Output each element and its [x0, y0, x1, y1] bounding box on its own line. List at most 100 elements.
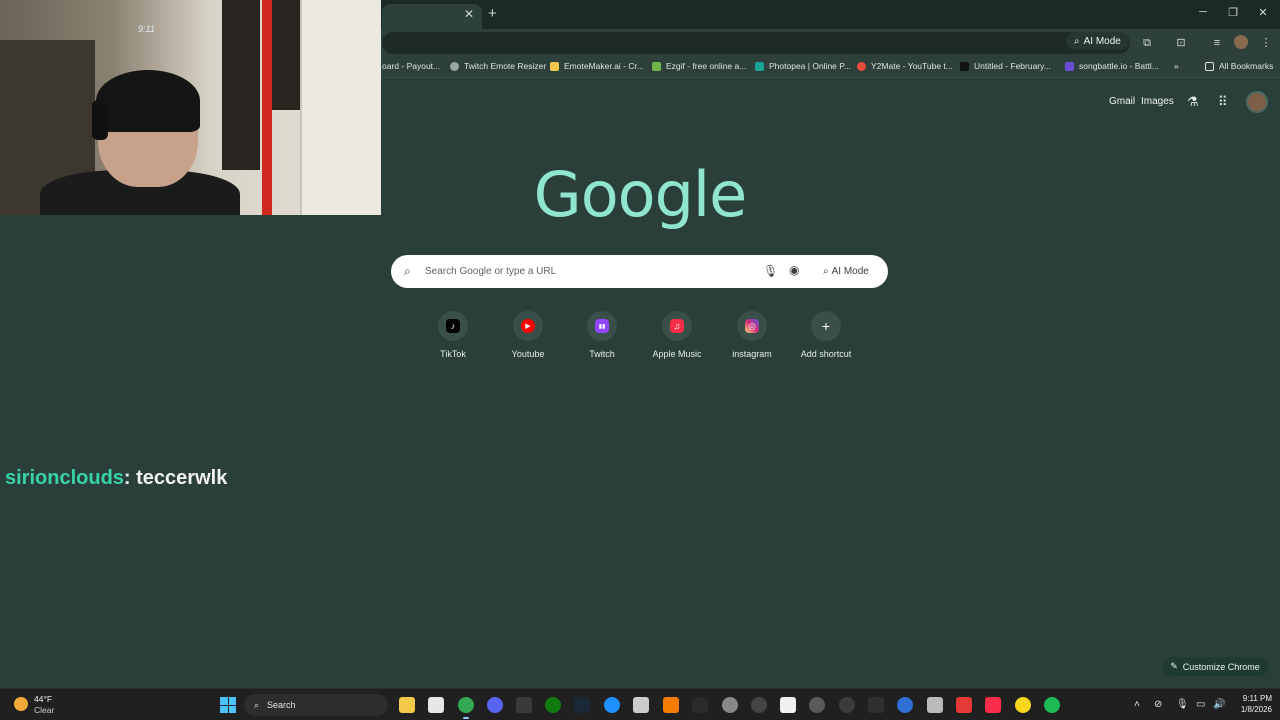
shortcut-tile: ♫ — [662, 311, 692, 341]
apps-grid-icon[interactable]: ⠿ — [1218, 94, 1228, 110]
chat-username: sirionclouds — [5, 467, 124, 489]
customize-chrome-button[interactable]: ✎ Customize Chrome — [1162, 657, 1268, 676]
google-lens-icon[interactable]: ◉ — [789, 263, 799, 277]
app-icon[interactable] — [809, 697, 825, 713]
tab-search-icon[interactable]: ⊡ — [1174, 36, 1188, 50]
media-controls-icon[interactable]: ≡ — [1210, 36, 1224, 50]
tiktok-icon: ♪ — [446, 319, 460, 333]
steam-icon[interactable] — [574, 697, 590, 713]
bookmarks-overflow-button[interactable]: » — [1174, 61, 1179, 71]
search-input[interactable] — [425, 263, 745, 280]
close-window-icon[interactable]: ✕ — [1254, 6, 1272, 19]
shortcut-tile: ♪ — [438, 311, 468, 341]
volume-icon[interactable]: 🔊 — [1213, 699, 1225, 710]
calculator-icon[interactable] — [428, 697, 444, 713]
photopea-icon — [755, 61, 764, 71]
y2mate-icon — [857, 61, 866, 71]
notes-icon[interactable] — [780, 697, 796, 713]
webcam-person-hat — [96, 70, 200, 132]
bookmark-item[interactable]: Untitled - February... — [960, 61, 1051, 71]
gmail-link[interactable]: Gmail — [1109, 96, 1135, 107]
display-icon[interactable]: ▭ — [1196, 699, 1205, 710]
shortcut-youtube[interactable]: ▶ Youtube — [491, 311, 565, 359]
shortcut-label: Add shortcut — [800, 349, 852, 359]
capcut-icon[interactable] — [692, 697, 708, 713]
clock-time[interactable]: 9:11 PM — [1232, 694, 1272, 703]
shortcut-tiktok[interactable]: ♪ TikTok — [416, 311, 490, 359]
weather-moon-icon[interactable] — [14, 697, 28, 711]
ai-search-icon: ⌕ — [823, 266, 829, 277]
windows-start-icon[interactable] — [220, 697, 236, 713]
webcam-poster — [270, 0, 304, 110]
all-bookmarks-label: All Bookmarks — [1219, 61, 1274, 71]
bookmark-item[interactable]: Ezgif - free online a... — [652, 61, 746, 71]
untitled-icon — [960, 61, 969, 71]
chrome-icon[interactable] — [458, 697, 474, 713]
account-avatar[interactable] — [1246, 91, 1268, 113]
shortcut-label: Apple Music — [652, 349, 702, 359]
bookmark-item[interactable]: Photopea | Online P... — [755, 61, 851, 71]
menu-kebab-icon[interactable]: ⋮ — [1259, 36, 1273, 50]
apple-music-icon[interactable] — [985, 697, 1001, 713]
omnibox-ai-mode-button[interactable]: ⌕ AI Mode — [1066, 32, 1129, 50]
ai-mode-label: AI Mode — [831, 266, 869, 277]
tray-app-icon[interactable]: ⊘ — [1154, 699, 1162, 710]
shortcut-add[interactable]: + Add shortcut — [789, 311, 863, 359]
chevron-up-icon[interactable]: ˄ — [1134, 699, 1140, 710]
app-icon[interactable] — [1015, 697, 1031, 713]
taskbar-search[interactable]: ⌕ Search — [244, 694, 388, 716]
discord-icon[interactable] — [487, 697, 503, 713]
shortcut-tile: + — [811, 311, 841, 341]
shortcut-apple-music[interactable]: ♫ Apple Music — [640, 311, 714, 359]
bookmark-item[interactable]: EmoteMaker.ai - Cr... — [550, 61, 644, 71]
search-icon: ⌕ — [404, 264, 411, 278]
app-icon[interactable] — [897, 697, 913, 713]
ai-mode-button[interactable]: ⌕ AI Mode — [815, 260, 877, 283]
minimize-icon[interactable]: ─ — [1194, 6, 1212, 18]
search-box[interactable]: ⌕ 🎙 ◉ ⌕ AI Mode — [391, 255, 888, 288]
clock-date[interactable]: 1/8/2026 — [1232, 705, 1272, 714]
file-explorer-icon[interactable] — [399, 697, 415, 713]
globe-icon — [450, 61, 459, 71]
apple-music-icon: ♫ — [670, 319, 684, 333]
profile-avatar[interactable] — [1234, 35, 1248, 49]
webcam-poster — [222, 0, 260, 170]
labs-flask-icon[interactable]: ⚗ — [1187, 94, 1199, 110]
shortcut-twitch[interactable]: ▮▮ Twitch — [565, 311, 639, 359]
bookmark-label: oard - Payout... — [382, 61, 441, 71]
address-bar[interactable] — [382, 32, 1130, 54]
all-bookmarks-button[interactable]: All Bookmarks — [1205, 61, 1273, 71]
shortcut-instagram[interactable]: ◎ instagram — [715, 311, 789, 359]
app-icon[interactable] — [956, 697, 972, 713]
xbox-icon[interactable] — [545, 697, 561, 713]
bookmark-item[interactable]: oard - Payout... — [382, 61, 440, 71]
4k-downloader-icon[interactable] — [839, 697, 855, 713]
ai-mode-label: AI Mode — [1083, 35, 1121, 47]
plus-icon: + — [821, 318, 831, 334]
weather-description[interactable]: Clear — [34, 705, 54, 715]
close-tab-icon[interactable]: ✕ — [464, 7, 474, 21]
active-app-indicator — [463, 717, 469, 719]
new-tab-button[interactable]: + — [488, 5, 497, 22]
obs-icon[interactable] — [751, 697, 767, 713]
weather-temperature[interactable]: 44°F — [34, 694, 52, 704]
elgato-icon[interactable] — [516, 697, 532, 713]
extensions-icon[interactable]: ⧉ — [1140, 36, 1154, 50]
app-icon[interactable] — [868, 697, 884, 713]
bookmark-item[interactable]: Twitch Emote Resizer — [450, 61, 546, 71]
bookmark-label: Untitled - February... — [974, 61, 1051, 71]
images-link[interactable]: Images — [1141, 96, 1174, 107]
vlc-icon[interactable] — [663, 697, 679, 713]
microphone-icon[interactable]: 🎙 — [1176, 699, 1189, 710]
app-icon[interactable] — [927, 697, 943, 713]
microphone-icon[interactable]: 🎙 — [763, 264, 778, 278]
emotemaker-icon — [550, 61, 559, 71]
restore-icon[interactable]: ❐ — [1224, 6, 1242, 19]
bookmark-item[interactable]: Y2Mate - YouTube t... — [857, 61, 953, 71]
bookmark-item[interactable]: songbattle.io - Battl... — [1065, 61, 1159, 71]
spotify-icon[interactable] — [1044, 697, 1060, 713]
settings-gear-icon[interactable] — [722, 697, 738, 713]
browser-app-icon[interactable] — [604, 697, 620, 713]
chat-text: teccerwlk — [136, 467, 228, 489]
app-icon[interactable] — [633, 697, 649, 713]
